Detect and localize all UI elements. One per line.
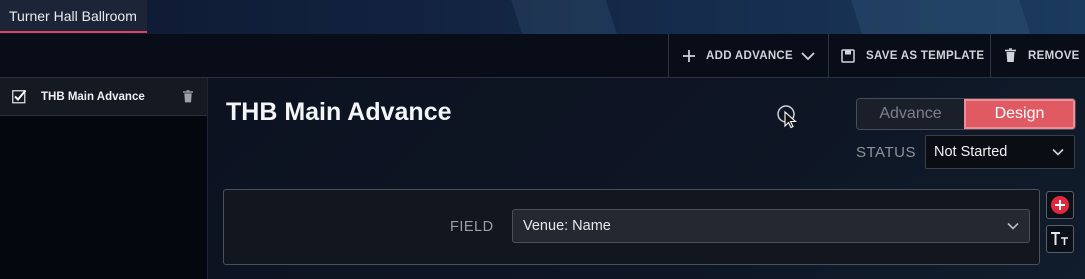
advance-mode-button[interactable]: Advance <box>857 99 964 129</box>
chevron-down-icon <box>1052 148 1064 156</box>
top-bar: Turner Hall Ballroom <box>0 0 1085 34</box>
add-field-button[interactable] <box>1046 191 1074 219</box>
trash-icon <box>1005 48 1016 62</box>
venue-tab[interactable]: Turner Hall Ballroom <box>0 0 147 33</box>
page-title: THB Main Advance <box>226 98 452 126</box>
text-format-button[interactable] <box>1046 225 1074 253</box>
cursor-icon <box>777 105 797 129</box>
design-mode-button[interactable]: Design <box>964 99 1075 129</box>
sidebar-item-thb-main-advance[interactable]: THB Main Advance <box>0 78 207 116</box>
status-label: STATUS <box>856 144 916 161</box>
add-advance-label: ADD ADVANCE <box>706 49 793 62</box>
remove-button[interactable]: REMOVE <box>990 34 1085 77</box>
save-as-template-label: SAVE AS TEMPLATE <box>866 49 985 62</box>
sidebar: THB Main Advance <box>0 78 208 279</box>
checkbox-icon[interactable] <box>12 89 27 104</box>
text-format-icon <box>1051 232 1068 245</box>
field-panel: FIELD Venue: Name <box>223 189 1040 265</box>
chevron-down-icon <box>801 51 815 60</box>
status-value: Not Started <box>934 144 1008 160</box>
mode-toggle: Advance Design <box>856 98 1076 130</box>
toolbar: ADD ADVANCE SAVE AS TEMPLATE REMOVE <box>0 34 1085 78</box>
venue-tab-label: Turner Hall Ballroom <box>9 7 137 24</box>
field-select[interactable]: Venue: Name <box>512 209 1030 243</box>
add-circle-icon <box>1051 196 1069 214</box>
background-texture <box>850 0 1030 34</box>
status-select[interactable]: Not Started <box>925 135 1075 169</box>
background-texture <box>509 0 621 34</box>
add-advance-button[interactable]: ADD ADVANCE <box>668 34 828 77</box>
plus-icon <box>683 49 695 62</box>
save-icon <box>841 48 855 63</box>
chevron-down-icon <box>1007 222 1019 230</box>
trash-icon[interactable] <box>182 90 194 103</box>
main-panel: THB Main Advance Advance Design STATUS N… <box>208 78 1085 279</box>
field-label: FIELD <box>450 219 494 235</box>
remove-label: REMOVE <box>1028 49 1080 62</box>
save-as-template-button[interactable]: SAVE AS TEMPLATE <box>828 34 990 77</box>
field-value: Venue: Name <box>523 218 611 234</box>
sidebar-item-label: THB Main Advance <box>41 90 145 103</box>
